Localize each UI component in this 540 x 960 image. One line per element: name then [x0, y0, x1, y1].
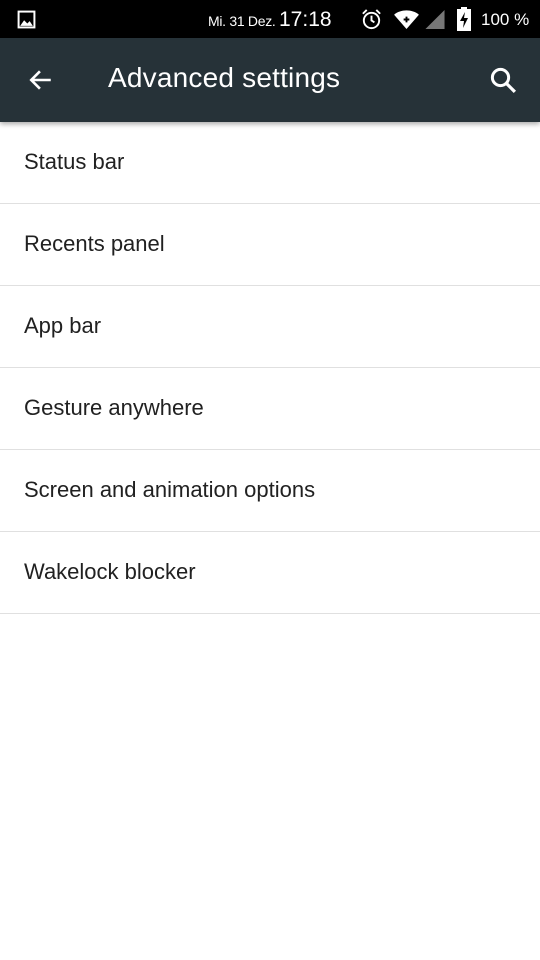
- battery-charging-icon: [457, 7, 471, 31]
- list-item-gesture-anywhere[interactable]: Gesture anywhere: [0, 368, 540, 450]
- list-item-label: Recents panel: [24, 231, 165, 256]
- list-item-screen-animation-options[interactable]: Screen and animation options: [0, 450, 540, 532]
- search-icon[interactable]: [488, 65, 518, 95]
- list-item-recents-panel[interactable]: Recents panel: [0, 204, 540, 286]
- list-item-status-bar[interactable]: Status bar: [0, 122, 540, 204]
- status-date: Mi. 31 Dez.: [208, 13, 276, 29]
- list-item-label: Wakelock blocker: [24, 559, 196, 584]
- list-item-label: App bar: [24, 313, 102, 338]
- arrow-back-icon[interactable]: [28, 67, 54, 93]
- list-item-label: Screen and animation options: [24, 477, 316, 502]
- app-bar: Advanced settings: [0, 38, 540, 122]
- list-item-label: Status bar: [24, 149, 125, 174]
- alarm-icon: [362, 9, 381, 30]
- wifi-icon: [394, 10, 419, 30]
- page-title: Advanced settings: [108, 62, 341, 93]
- settings-list: Status bar Recents panel App bar Gesture…: [0, 122, 540, 614]
- status-time: 17:18: [279, 8, 332, 31]
- list-item-app-bar[interactable]: App bar: [0, 286, 540, 368]
- list-item-wakelock-blocker[interactable]: Wakelock blocker: [0, 532, 540, 614]
- status-bar: Mi. 31 Dez. 17:18 100 %: [0, 0, 540, 38]
- list-item-label: Gesture anywhere: [24, 395, 204, 420]
- cellular-signal-icon: [425, 9, 445, 30]
- gallery-icon: [17, 10, 36, 29]
- battery-percentage: 100 %: [481, 10, 530, 29]
